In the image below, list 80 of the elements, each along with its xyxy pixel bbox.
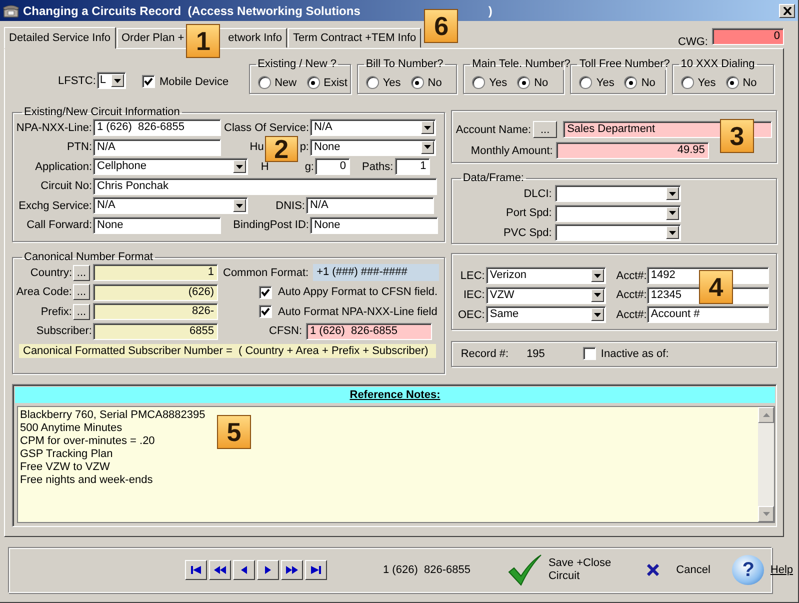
checkbox-label: Mobile Device — [160, 76, 229, 88]
tab-label: Detailed Service Info — [9, 32, 110, 44]
field-label: Acct#: — [615, 289, 647, 302]
field-label: LEC: — [459, 270, 485, 282]
help-icon: ? — [732, 555, 764, 585]
field-label: Circuit No: — [40, 180, 92, 192]
field-label: BindingPost ID: — [232, 219, 309, 232]
field-label: g: — [304, 160, 314, 173]
tab-label: Term Contract +TEM Info — [292, 32, 416, 44]
phone-number: 1 (626) 826-6855 — [383, 564, 470, 576]
group-title: Bill To Number? — [364, 58, 444, 70]
field-label: Class Of Service: — [223, 122, 309, 134]
radio-label: Yes — [698, 76, 716, 88]
callout-tooltip: 6 — [424, 9, 458, 43]
note-line: CPM for over-minutes = .20 — [20, 435, 155, 448]
window-title: Changing a Circuits Record (Access Networking Solutions — [23, 4, 360, 18]
group-title: Existing / New ? — [256, 58, 338, 70]
field-label: NPA-NXX-Line: — [16, 122, 92, 134]
tab-label: Order Plan + — [122, 32, 184, 44]
radio-label: Yes — [596, 76, 614, 88]
field-label: Common Format: — [223, 266, 309, 279]
callout-tooltip: 2 — [264, 136, 298, 162]
group-title: Toll Free Number? — [578, 58, 671, 70]
field-label: DLCI: — [522, 188, 552, 200]
radio-label: Yes — [489, 76, 508, 88]
field-label: Exchg Service: — [18, 200, 92, 212]
field-label: Area Code: — [16, 286, 72, 298]
field-label: Call Forward: — [26, 219, 92, 232]
field-label: Account Name: — [456, 124, 532, 136]
radio-label: No — [534, 76, 548, 88]
field-label: Country: — [29, 266, 72, 279]
field-label: PVC Spd: — [502, 226, 552, 239]
window-title: ) — [488, 4, 492, 18]
radio-label: Yes — [382, 76, 401, 88]
field-label: Hu — [250, 141, 264, 154]
note-line: Free VZW to VZW — [20, 461, 110, 474]
record-number: 195 — [526, 348, 545, 360]
callout-tooltip: 5 — [217, 415, 251, 449]
field-label: PTN: — [66, 141, 92, 154]
field-label: Subscriber: — [35, 325, 92, 338]
radio-label: No — [742, 76, 757, 88]
field-label: Paths: — [362, 160, 394, 173]
checkbox-label: Auto Format NPA-NXX-Line field — [278, 306, 438, 318]
notes-title: Reference Notes: — [350, 389, 440, 401]
field-label: Record #: — [460, 348, 509, 360]
group-title: 10 XXX Dialing — [680, 58, 756, 70]
format-field: +1 (###) ###-#### — [312, 264, 439, 282]
field-label: Application: — [34, 160, 92, 173]
field-label: Acct#: — [615, 308, 647, 321]
note-line: 500 Anytime Minutes — [20, 422, 122, 435]
field-label: IEC: — [462, 289, 485, 302]
group-title: Main Tele. Number? — [471, 58, 572, 70]
field-label: CWG: — [678, 36, 708, 48]
field-label: Prefix: — [40, 306, 72, 318]
note-line: Free nights and week-ends — [20, 474, 153, 487]
field-label: DNIS: — [274, 200, 305, 212]
note-line: GSP Tracking Plan — [20, 448, 113, 461]
radio-label: New — [274, 76, 297, 88]
radio-label: Exist — [324, 76, 348, 88]
group-title: Canonical Number Format — [23, 251, 154, 263]
radio-label: No — [428, 76, 442, 88]
field-label: Monthly Amount: — [470, 144, 553, 156]
field-label: H — [260, 160, 269, 173]
group-title: Data/Frame: — [462, 172, 525, 184]
callout-tooltip: 4 — [699, 270, 733, 304]
checkbox-label: Inactive as of: — [600, 348, 669, 360]
field-label: Acct#: — [615, 270, 647, 282]
field-label: OEC: — [456, 308, 485, 321]
field-label: CFSN: — [269, 325, 302, 338]
field-label: Port Spd: — [505, 207, 552, 220]
field-label: LFSTC: — [58, 75, 96, 87]
radio-label: No — [641, 76, 656, 88]
group-title: Existing/New Circuit Information — [23, 106, 181, 118]
callout-tooltip: 3 — [720, 119, 754, 153]
field-label: p: — [300, 141, 309, 154]
tab-label: etwork Info — [228, 32, 282, 44]
note-line: Blackberry 760, Serial PMCA8882395 — [20, 409, 206, 422]
checkbox-label: Auto Appy Format to CFSN field. — [278, 286, 438, 298]
formula-note: Canonical Formatted Subscriber Number = ( Country + Area + Prefix + Subscriber) — [19, 344, 436, 358]
callout-tooltip: 1 — [186, 24, 220, 58]
